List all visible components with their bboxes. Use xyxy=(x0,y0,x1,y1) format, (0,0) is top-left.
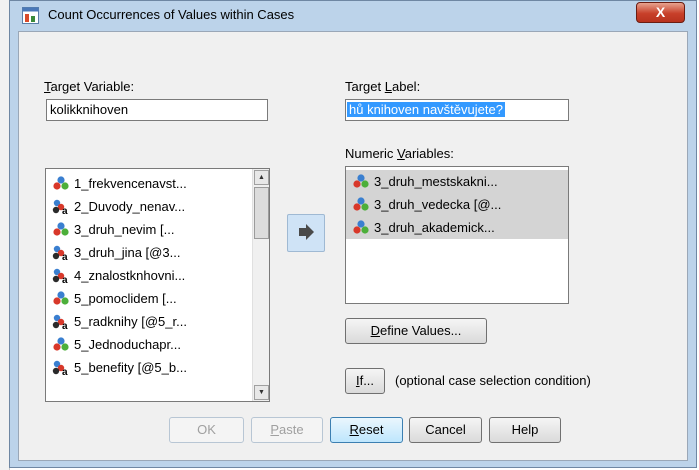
move-right-arrow-icon xyxy=(299,224,314,240)
list-item[interactable]: a 3_druh_jina [@3... xyxy=(46,241,269,264)
list-item[interactable]: a 4_znalostknhovni... xyxy=(46,264,269,287)
nominal-string-icon: a xyxy=(52,199,68,215)
ok-button[interactable]: OK xyxy=(169,417,244,443)
spss-dialog-icon xyxy=(22,7,39,24)
list-item-label: 5_pomoclidem [... xyxy=(74,291,177,306)
source-variable-list[interactable]: 1_frekvencenavst...a 2_Duvody_nenav... 3_d… xyxy=(45,168,270,402)
reset-button[interactable]: Reset xyxy=(330,417,403,443)
list-item[interactable]: a 2_Duvody_nenav... xyxy=(46,195,269,218)
list-item[interactable]: 5_Jednoduchapr... xyxy=(46,333,269,356)
scale-icon xyxy=(53,176,69,190)
list-item[interactable]: 1_frekvencenavst... xyxy=(46,172,269,195)
nominal-string-icon: a xyxy=(52,360,68,376)
svg-text:a: a xyxy=(62,367,68,376)
target-variable-label: Target Variable: xyxy=(44,79,135,94)
if-button[interactable]: If... xyxy=(345,368,385,394)
scale-icon xyxy=(53,337,69,351)
scroll-up-icon: ▲ xyxy=(258,174,265,181)
list-item-label: 3_druh_akademick... xyxy=(374,220,495,235)
list-item-label: 5_benefity [@5_b... xyxy=(74,360,187,375)
list-item-label: 3_druh_jina [@3... xyxy=(74,245,181,260)
numeric-variables-list[interactable]: 3_druh_mestskakni... 3_druh_vedecka [@...… xyxy=(345,166,569,304)
list-item-label: 1_frekvencenavst... xyxy=(74,176,187,191)
list-item[interactable]: 3_druh_mestskakni... xyxy=(346,170,568,193)
svg-text:a: a xyxy=(62,321,68,330)
numeric-variable-items: 3_druh_mestskakni... 3_druh_vedecka [@...… xyxy=(346,167,568,239)
nominal-string-icon: a xyxy=(52,245,68,261)
list-item-label: 3_druh_vedecka [@... xyxy=(374,197,502,212)
list-item[interactable]: a 5_radknihy [@5_r... xyxy=(46,310,269,333)
target-label-value: hů knihoven navštěvujete? xyxy=(347,102,505,117)
list-item-label: 5_Jednoduchapr... xyxy=(74,337,181,352)
scale-icon xyxy=(53,222,69,236)
window-title: Count Occurrences of Values within Cases xyxy=(48,7,295,22)
move-to-numeric-variables-button[interactable] xyxy=(287,214,325,252)
scale-icon xyxy=(353,197,369,211)
list-item[interactable]: 5_pomoclidem [... xyxy=(46,287,269,310)
list-item[interactable]: 3_druh_vedecka [@... xyxy=(346,193,568,216)
list-item-label: 5_radknihy [@5_r... xyxy=(74,314,187,329)
nominal-string-icon: a xyxy=(52,268,68,284)
scroll-down-icon: ▼ xyxy=(258,389,265,396)
target-variable-value: kolikknihoven xyxy=(50,102,129,117)
target-label-input[interactable]: hů knihoven navštěvujete? xyxy=(345,99,569,121)
numeric-variables-label: Numeric Variables: xyxy=(345,146,454,161)
nominal-string-icon: a xyxy=(52,314,68,330)
list-item[interactable]: 3_druh_akademick... xyxy=(346,216,568,239)
define-values-button[interactable]: Define Values... xyxy=(345,318,487,344)
dialog-client-area: Target Variable: kolikknihoven Target La… xyxy=(18,31,688,461)
source-variable-items: 1_frekvencenavst...a 2_Duvody_nenav... 3_d… xyxy=(46,169,269,379)
close-icon: X xyxy=(655,4,666,20)
list-item-label: 3_druh_nevim [... xyxy=(74,222,175,237)
cancel-button[interactable]: Cancel xyxy=(409,417,482,443)
list-item-label: 3_druh_mestskakni... xyxy=(374,174,498,189)
source-list-scrollbar[interactable]: ▲ ▼ xyxy=(252,169,269,401)
svg-text:a: a xyxy=(62,275,68,284)
dialog-window: Count Occurrences of Values within Cases… xyxy=(9,0,697,468)
svg-text:a: a xyxy=(62,206,68,215)
target-label-label: Target Label: xyxy=(345,79,421,94)
if-hint-text: (optional case selection condition) xyxy=(395,373,591,388)
scale-icon xyxy=(353,220,369,234)
close-button[interactable]: X xyxy=(636,2,685,23)
scale-icon xyxy=(353,174,369,188)
list-item-label: 4_znalostknhovni... xyxy=(74,268,186,283)
title-bar[interactable]: Count Occurrences of Values within Cases… xyxy=(10,1,696,29)
scroll-up-button[interactable]: ▲ xyxy=(254,170,269,185)
scroll-thumb[interactable] xyxy=(254,187,269,239)
scroll-down-button[interactable]: ▼ xyxy=(254,385,269,400)
list-item[interactable]: a 5_benefity [@5_b... xyxy=(46,356,269,379)
list-item-label: 2_Duvody_nenav... xyxy=(74,199,186,214)
target-variable-input[interactable]: kolikknihoven xyxy=(46,99,268,121)
scale-icon xyxy=(53,291,69,305)
list-item[interactable]: 3_druh_nevim [... xyxy=(46,218,269,241)
help-button[interactable]: Help xyxy=(489,417,561,443)
svg-text:a: a xyxy=(62,252,68,261)
paste-button[interactable]: Paste xyxy=(251,417,323,443)
